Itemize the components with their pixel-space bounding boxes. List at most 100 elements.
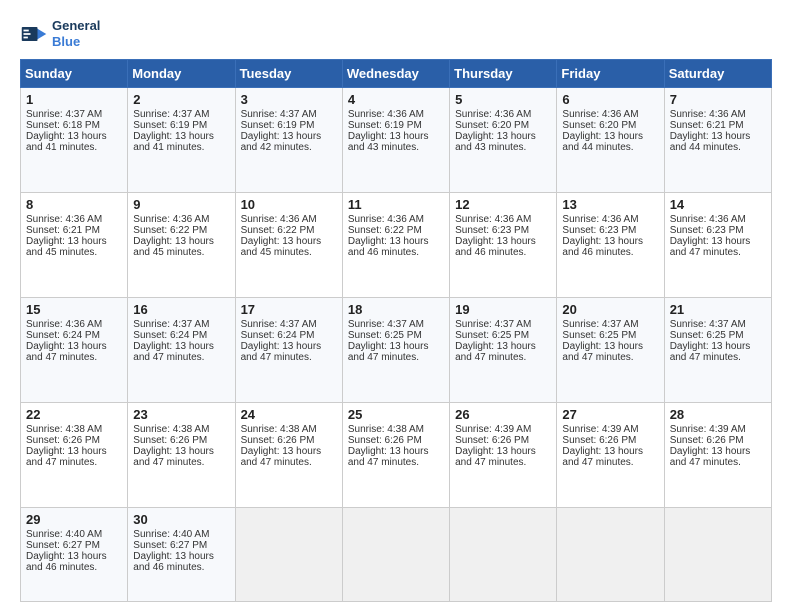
daylight-info: Daylight: 13 hours and 45 minutes. [133, 236, 214, 258]
table-cell: 1 Sunrise: 4:37 AMSunset: 6:18 PMDaylight… [21, 88, 128, 193]
day-number: 8 [26, 197, 122, 212]
table-cell: 2Sunrise: 4:37 AMSunset: 6:19 PMDaylight… [128, 88, 235, 193]
table-cell: 20Sunrise: 4:37 AMSunset: 6:25 PMDayligh… [557, 298, 664, 403]
sunrise-info: Sunrise: 4:38 AM [348, 424, 424, 435]
col-friday: Friday [557, 60, 664, 88]
col-thursday: Thursday [450, 60, 557, 88]
daylight-info: Daylight: 13 hours and 41 minutes. [26, 131, 107, 153]
day-number: 1 [26, 92, 122, 107]
daylight-info: Daylight: 13 hours and 47 minutes. [26, 446, 107, 468]
sunset-info: Sunset: 6:24 PM [133, 330, 207, 341]
table-cell: 9 Sunrise: 4:36 AMSunset: 6:22 PMDaylight… [128, 193, 235, 298]
logo: General Blue [20, 18, 100, 49]
day-number: 7 [670, 92, 766, 107]
sunrise-info: Sunrise: 4:37 AM [670, 319, 746, 330]
table-cell: 17Sunrise: 4:37 AMSunset: 6:24 PMDayligh… [235, 298, 342, 403]
calendar-table: Sunday Monday Tuesday Wednesday Thursday… [20, 59, 772, 602]
daylight-info: Daylight: 13 hours and 43 minutes. [348, 131, 429, 153]
sunrise-info: Sunrise: 4:38 AM [26, 424, 102, 435]
sunset-info: Sunset: 6:26 PM [241, 435, 315, 446]
daylight-info: Daylight: 13 hours and 47 minutes. [241, 446, 322, 468]
header: General Blue [20, 18, 772, 49]
table-cell: 10Sunrise: 4:36 AMSunset: 6:22 PMDayligh… [235, 193, 342, 298]
table-cell: 29Sunrise: 4:40 AMSunset: 6:27 PMDayligh… [21, 507, 128, 601]
sunset-info: Sunset: 6:25 PM [562, 330, 636, 341]
table-cell: 4Sunrise: 4:36 AMSunset: 6:19 PMDaylight… [342, 88, 449, 193]
table-cell [664, 507, 771, 601]
sunrise-info: Sunrise: 4:37 AM [455, 319, 531, 330]
day-number: 13 [562, 197, 658, 212]
daylight-info: Daylight: 13 hours and 46 minutes. [562, 236, 643, 258]
sunrise-info: Sunrise: 4:37 AM [562, 319, 638, 330]
sunrise-info: Sunrise: 4:39 AM [455, 424, 531, 435]
sunset-info: Sunset: 6:26 PM [26, 435, 100, 446]
sunset-info: Sunset: 6:25 PM [670, 330, 744, 341]
sunset-info: Sunset: 6:26 PM [133, 435, 207, 446]
sunset-info: Sunset: 6:21 PM [26, 225, 100, 236]
day-number: 28 [670, 407, 766, 422]
sunset-info: Sunset: 6:18 PM [26, 120, 100, 131]
sunrise-info: Sunrise: 4:39 AM [670, 424, 746, 435]
sunset-info: Sunset: 6:26 PM [562, 435, 636, 446]
table-cell [450, 507, 557, 601]
daylight-info: Daylight: 13 hours and 47 minutes. [562, 341, 643, 363]
sunrise-info: Sunrise: 4:37 AM [133, 319, 209, 330]
sunrise-info: Sunrise: 4:36 AM [133, 214, 209, 225]
sunset-info: Sunset: 6:27 PM [26, 540, 100, 551]
sunrise-info: Sunrise: 4:37 AM [133, 109, 209, 120]
sunset-info: Sunset: 6:19 PM [348, 120, 422, 131]
table-cell: 27Sunrise: 4:39 AMSunset: 6:26 PMDayligh… [557, 402, 664, 507]
col-monday: Monday [128, 60, 235, 88]
daylight-info: Daylight: 13 hours and 47 minutes. [455, 446, 536, 468]
daylight-info: Daylight: 13 hours and 47 minutes. [133, 341, 214, 363]
sunset-info: Sunset: 6:26 PM [348, 435, 422, 446]
sunset-info: Sunset: 6:22 PM [348, 225, 422, 236]
day-number: 25 [348, 407, 444, 422]
sunrise-info: Sunrise: 4:40 AM [26, 529, 102, 540]
sunrise-info: Sunrise: 4:37 AM [26, 109, 102, 120]
daylight-info: Daylight: 13 hours and 43 minutes. [455, 131, 536, 153]
sunrise-info: Sunrise: 4:37 AM [241, 319, 317, 330]
sunrise-info: Sunrise: 4:37 AM [348, 319, 424, 330]
table-cell [235, 507, 342, 601]
daylight-info: Daylight: 13 hours and 47 minutes. [670, 341, 751, 363]
table-cell: 28 Sunrise: 4:39 AMSunset: 6:26 PMDayligh… [664, 402, 771, 507]
daylight-info: Daylight: 13 hours and 47 minutes. [455, 341, 536, 363]
day-number: 19 [455, 302, 551, 317]
day-number: 12 [455, 197, 551, 212]
table-cell [557, 507, 664, 601]
table-cell: 19Sunrise: 4:37 AMSunset: 6:25 PMDayligh… [450, 298, 557, 403]
table-cell: 8Sunrise: 4:36 AMSunset: 6:21 PMDaylight… [21, 193, 128, 298]
sunrise-info: Sunrise: 4:36 AM [562, 214, 638, 225]
day-number: 9 [133, 197, 229, 212]
day-number: 21 [670, 302, 766, 317]
sunset-info: Sunset: 6:26 PM [670, 435, 744, 446]
sunrise-info: Sunrise: 4:38 AM [133, 424, 209, 435]
daylight-info: Daylight: 13 hours and 47 minutes. [670, 446, 751, 468]
table-cell: 30Sunrise: 4:40 AMSunset: 6:27 PMDayligh… [128, 507, 235, 601]
table-cell: 14Sunrise: 4:36 AMSunset: 6:23 PMDayligh… [664, 193, 771, 298]
daylight-info: Daylight: 13 hours and 46 minutes. [455, 236, 536, 258]
page: General Blue Sunday Monday Tuesday Wedne… [0, 0, 792, 612]
sunrise-info: Sunrise: 4:36 AM [670, 109, 746, 120]
sunset-info: Sunset: 6:23 PM [562, 225, 636, 236]
daylight-info: Daylight: 13 hours and 47 minutes. [562, 446, 643, 468]
calendar-header-row: Sunday Monday Tuesday Wednesday Thursday… [21, 60, 772, 88]
day-number: 30 [133, 512, 229, 527]
table-cell: 11Sunrise: 4:36 AMSunset: 6:22 PMDayligh… [342, 193, 449, 298]
daylight-info: Daylight: 13 hours and 47 minutes. [670, 236, 751, 258]
sunset-info: Sunset: 6:21 PM [670, 120, 744, 131]
col-wednesday: Wednesday [342, 60, 449, 88]
daylight-info: Daylight: 13 hours and 47 minutes. [26, 341, 107, 363]
sunrise-info: Sunrise: 4:37 AM [241, 109, 317, 120]
sunset-info: Sunset: 6:19 PM [133, 120, 207, 131]
table-cell: 6Sunrise: 4:36 AMSunset: 6:20 PMDaylight… [557, 88, 664, 193]
table-cell: 15Sunrise: 4:36 AMSunset: 6:24 PMDayligh… [21, 298, 128, 403]
sunset-info: Sunset: 6:20 PM [562, 120, 636, 131]
table-cell: 23Sunrise: 4:38 AMSunset: 6:26 PMDayligh… [128, 402, 235, 507]
table-cell: 12Sunrise: 4:36 AMSunset: 6:23 PMDayligh… [450, 193, 557, 298]
table-cell [342, 507, 449, 601]
sunrise-info: Sunrise: 4:39 AM [562, 424, 638, 435]
sunset-info: Sunset: 6:22 PM [133, 225, 207, 236]
day-number: 14 [670, 197, 766, 212]
